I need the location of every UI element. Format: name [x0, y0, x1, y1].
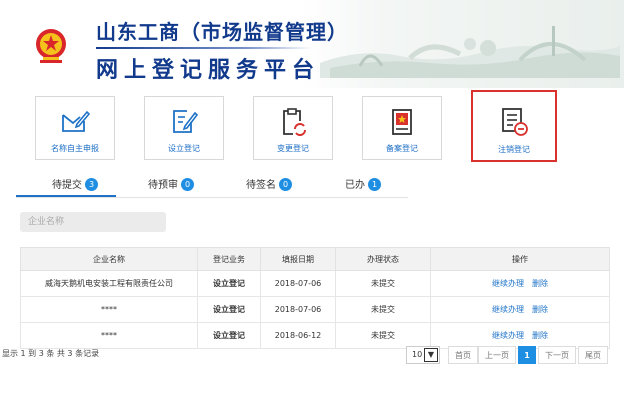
tile-establish[interactable]: 设立登记: [144, 96, 224, 160]
date-cell: 2018-06-12: [260, 322, 336, 349]
continue-button[interactable]: 继续办理: [492, 279, 524, 288]
business-cell: 设立登记: [197, 270, 261, 297]
records-table: 企业名称 登记业务 填报日期 办理状态 操作 威海天鹅机电安装工程有限责任公司 …: [20, 247, 610, 349]
column-header: 企业名称: [20, 247, 198, 271]
document-minus-icon: [502, 108, 528, 136]
tab-label: 已办: [345, 180, 365, 191]
tile-cancel[interactable]: 注销登记: [471, 90, 557, 162]
status-cell: 未提交: [335, 270, 431, 297]
operations-cell: 继续办理 删除: [430, 296, 610, 323]
tab-done[interactable]: 已办 1: [345, 176, 381, 198]
status-cell: 未提交: [335, 296, 431, 323]
company-name-search-input[interactable]: [20, 212, 166, 232]
count-badge: 0: [279, 178, 292, 191]
column-header: 登记业务: [197, 247, 261, 271]
envelope-pencil-icon: [62, 110, 90, 132]
next-page-button[interactable]: 下一页: [538, 346, 576, 364]
page-number-current[interactable]: 1: [518, 346, 536, 364]
first-page-button[interactable]: 首页: [448, 346, 478, 364]
prev-page-button[interactable]: 上一页: [478, 346, 516, 364]
company-name-cell: 威海天鹅机电安装工程有限责任公司: [20, 270, 198, 297]
tile-label: 变更登记: [277, 144, 309, 153]
landscape-decoration: [320, 26, 620, 78]
column-header: 填报日期: [260, 247, 336, 271]
site-title-line2: 网上登记服务平台: [96, 57, 321, 83]
business-cell: 设立登记: [197, 296, 261, 323]
title-divider: [96, 47, 312, 49]
tile-label: 备案登记: [386, 144, 418, 153]
tab-pending-sign[interactable]: 待签名 0: [246, 176, 292, 198]
national-emblem-icon: [36, 29, 66, 63]
tile-label: 名称自主申报: [51, 144, 99, 153]
table-header-row: 企业名称 登记业务 填报日期 办理状态 操作: [20, 247, 610, 271]
page-size-value: 10: [412, 350, 423, 359]
tile-label: 注销登记: [498, 145, 530, 154]
header-banner: 山东工商（市场监督管理） 网上登记服务平台: [0, 0, 624, 88]
continue-button[interactable]: 继续办理: [492, 331, 524, 340]
operations-cell: 继续办理 删除: [430, 270, 610, 297]
date-cell: 2018-07-06: [260, 296, 336, 323]
tab-pending-review[interactable]: 待预审 0: [148, 176, 194, 198]
tile-change[interactable]: 变更登记: [253, 96, 333, 160]
company-name-cell: ****: [20, 322, 198, 349]
tile-name-declare[interactable]: 名称自主申报: [35, 96, 115, 160]
clipboard-refresh-icon: [283, 108, 306, 136]
tab-label: 待提交: [52, 180, 82, 191]
continue-button[interactable]: 继续办理: [492, 305, 524, 314]
operations-cell: 继续办理 删除: [430, 322, 610, 349]
date-cell: 2018-07-06: [260, 270, 336, 297]
status-cell: 未提交: [335, 322, 431, 349]
company-name-cell: ****: [20, 296, 198, 323]
count-badge: 3: [85, 178, 98, 191]
certificate-star-icon: [392, 109, 412, 135]
table-row: **** 设立登记 2018-06-12 未提交 继续办理 删除: [20, 322, 610, 349]
column-header: 操作: [430, 247, 610, 271]
count-badge: 1: [368, 178, 381, 191]
count-badge: 0: [181, 178, 194, 191]
table-row: **** 设立登记 2018-07-06 未提交 继续办理 删除: [20, 296, 610, 323]
page-size-select[interactable]: 10 ▼: [406, 346, 440, 364]
delete-button[interactable]: 删除: [532, 279, 548, 288]
chevron-down-icon: ▼: [424, 348, 438, 362]
tile-label: 设立登记: [168, 144, 200, 153]
delete-button[interactable]: 删除: [532, 305, 548, 314]
tab-label: 待签名: [246, 180, 276, 191]
active-tab-indicator: [16, 195, 116, 197]
tile-record[interactable]: 备案登记: [362, 96, 442, 160]
delete-button[interactable]: 删除: [532, 331, 548, 340]
site-title-line1: 山东工商（市场监督管理）: [96, 20, 348, 44]
last-page-button[interactable]: 尾页: [578, 346, 608, 364]
table-row: 威海天鹅机电安装工程有限责任公司 设立登记 2018-07-06 未提交 继续办…: [20, 270, 610, 297]
form-pencil-icon: [173, 110, 199, 133]
record-summary: 显示 1 到 3 条 共 3 条记录: [2, 349, 100, 358]
tab-label: 待预审: [148, 180, 178, 191]
column-header: 办理状态: [335, 247, 431, 271]
business-cell: 设立登记: [197, 322, 261, 349]
tab-divider: [16, 197, 408, 198]
